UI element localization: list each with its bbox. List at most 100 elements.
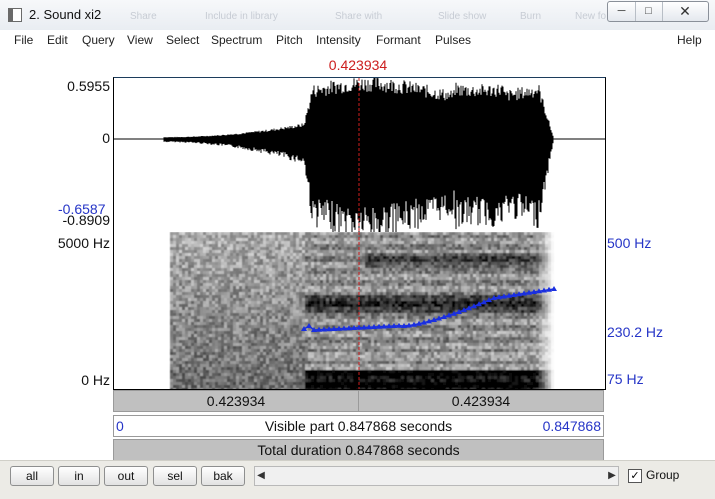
spectrogram-cell [344, 361, 347, 364]
spectrogram-cell [266, 241, 269, 244]
spectrogram-cell [362, 313, 365, 316]
spectrogram-cell [179, 292, 182, 295]
spectrogram-cell [383, 346, 386, 349]
spectrogram-cell [416, 370, 419, 373]
menu-spectrum[interactable]: Spectrum [211, 33, 262, 47]
minimize-icon[interactable]: ─ [608, 2, 636, 21]
spectrogram-cell [320, 292, 323, 295]
spectrogram-cell [209, 238, 212, 241]
spectrogram-cell [377, 352, 380, 355]
spectrogram-cell [197, 235, 200, 238]
spectrogram-cell [170, 298, 173, 301]
waveform-panel[interactable] [113, 77, 606, 234]
spectrogram-cell [188, 325, 191, 328]
spectrogram-cell [269, 319, 272, 322]
close-icon[interactable]: ✕ [662, 2, 708, 21]
menu-edit[interactable]: Edit [47, 33, 68, 47]
spectrogram-cell [200, 283, 203, 286]
spectrogram-cell [422, 358, 425, 361]
spectrogram-cell [362, 232, 365, 235]
menu-view[interactable]: View [127, 33, 153, 47]
spectrogram-cell [320, 244, 323, 247]
spectrogram-cell [323, 283, 326, 286]
spectrogram-cell [227, 259, 230, 262]
spectrogram-cell [347, 346, 350, 349]
menu-file[interactable]: File [14, 33, 33, 47]
spectrogram-cell [404, 310, 407, 313]
spectrogram-cell [344, 292, 347, 295]
spectrogram-cell [263, 382, 266, 385]
spectrogram-cell [305, 262, 308, 265]
spectrogram-cell [230, 247, 233, 250]
spectrogram-cell [392, 352, 395, 355]
spectrogram-cell [215, 295, 218, 298]
spectrogram-cell [272, 358, 275, 361]
spectrogram-cell [281, 340, 284, 343]
spectrogram-cell [254, 340, 257, 343]
menu-help[interactable]: Help [677, 33, 702, 47]
spectrogram-cell [209, 286, 212, 289]
spectrogram-cell [401, 304, 404, 307]
menu-query[interactable]: Query [82, 33, 115, 47]
spectrogram-cell [185, 364, 188, 367]
spectrogram-cell [341, 358, 344, 361]
spectrogram-cell [170, 259, 173, 262]
spectrogram-cell [419, 304, 422, 307]
spectrogram-cell [269, 343, 272, 346]
spectrogram-cell [437, 322, 440, 325]
spectrogram-cell [191, 379, 194, 382]
spectrogram-cell [362, 289, 365, 292]
spectrogram-cell [323, 271, 326, 274]
spectrogram-cell [389, 379, 392, 382]
spectrogram-cell [395, 256, 398, 259]
spectrogram-cell [221, 349, 224, 352]
spectrogram-cell [332, 367, 335, 370]
spectrogram-cell [194, 331, 197, 334]
spectrogram-cell [308, 334, 311, 337]
spectrogram-cell [266, 232, 269, 235]
spectrogram-cell [422, 292, 425, 295]
praat-window-icon[interactable] [8, 8, 22, 22]
spectrogram-cell [413, 319, 416, 322]
spectrogram-cell [194, 277, 197, 280]
spectrogram-cell [395, 322, 398, 325]
menu-formant[interactable]: Formant [376, 33, 421, 47]
spectrogram-cell [311, 295, 314, 298]
spectrogram-cell [383, 286, 386, 289]
maximize-icon[interactable]: □ [635, 2, 663, 21]
spectrogram-cell [434, 301, 437, 304]
spectrogram-cell [362, 334, 365, 337]
spectrogram-cell [242, 277, 245, 280]
spectrogram-cell [449, 232, 452, 235]
spectrogram-cell [398, 280, 401, 283]
spectrogram-cell [350, 298, 353, 301]
menu-pulses[interactable]: Pulses [435, 33, 471, 47]
menu-intensity[interactable]: Intensity [316, 33, 361, 47]
spectrogram-cell [212, 256, 215, 259]
spectrogram-cell [338, 283, 341, 286]
spectrogram-cell [278, 280, 281, 283]
spectrogram-cell [404, 289, 407, 292]
spectrogram-cell [350, 256, 353, 259]
spectrogram-cell [323, 322, 326, 325]
spectrogram-cell [206, 238, 209, 241]
spectrogram-cell [398, 376, 401, 379]
spectrogram-cell [410, 340, 413, 343]
spectrogram-cell [215, 385, 218, 388]
spectrogram-panel[interactable] [113, 232, 606, 390]
spectrogram-cell [281, 352, 284, 355]
spectrogram-cell [269, 382, 272, 385]
spectrogram-cell [437, 334, 440, 337]
menu-pitch[interactable]: Pitch [276, 33, 303, 47]
spectrogram-cell [266, 388, 269, 389]
spectrogram-cell [350, 307, 353, 310]
spectrogram-cell [449, 295, 452, 298]
spectrogram-cell [302, 286, 305, 289]
spectrogram-cell [188, 316, 191, 319]
spectrogram-cell [305, 355, 308, 358]
spectrogram-cell [350, 352, 353, 355]
spectrogram-cell [281, 370, 284, 373]
spectrogram-cell [176, 250, 179, 253]
spectrogram-cell [251, 286, 254, 289]
menu-select[interactable]: Select [166, 33, 199, 47]
